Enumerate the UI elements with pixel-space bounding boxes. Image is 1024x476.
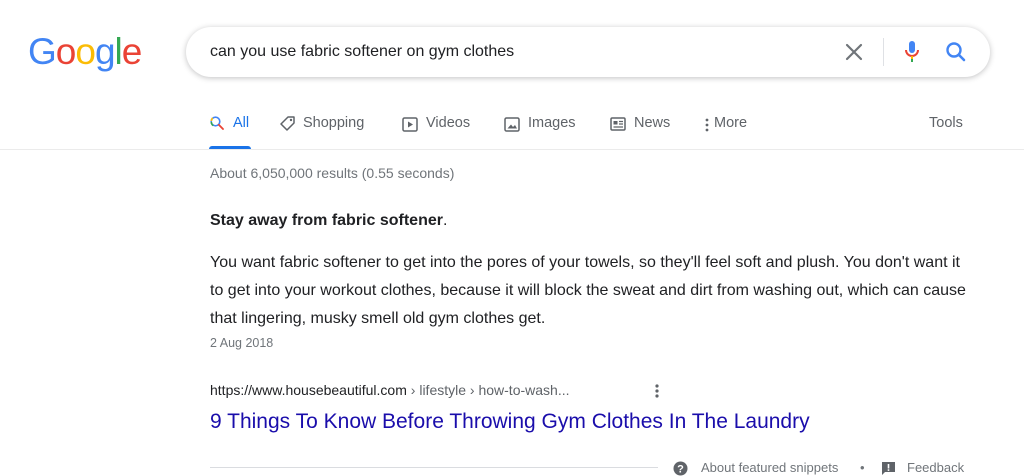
about-featured-snippets-label: About featured snippets [701, 460, 839, 475]
logo-letter: G [28, 31, 57, 72]
snippet-footer-divider [210, 467, 658, 468]
result-breadcrumb: › lifestyle › how-to-wash... [406, 382, 570, 398]
search-icon [946, 42, 966, 62]
result-domain: https://www.housebeautiful.com [210, 382, 407, 398]
header-divider [0, 149, 1024, 150]
search-box [186, 27, 990, 77]
tab-label: Shopping [303, 115, 365, 131]
more-vert-icon [655, 384, 659, 398]
result-url[interactable]: https://www.housebeautiful.com › lifesty… [210, 382, 570, 398]
tools-button[interactable]: Tools [929, 115, 963, 131]
result-title-link[interactable]: 9 Things To Know Before Throwing Gym Clo… [210, 410, 810, 434]
logo-letter: l [114, 31, 123, 72]
search-input[interactable] [210, 40, 810, 64]
voice-search-button[interactable] [900, 39, 924, 65]
clear-button[interactable] [842, 40, 866, 64]
footer-separator: • [860, 460, 865, 475]
microphone-icon [905, 41, 919, 62]
tab-label: Videos [426, 115, 471, 131]
tab-label: More [714, 115, 748, 131]
logo-letter: o [75, 31, 96, 72]
featured-snippet-heading: Stay away from fabric softener. [210, 212, 447, 230]
search-divider [883, 38, 884, 66]
snippet-date: 2 Aug 2018 [210, 336, 274, 350]
result-stats: About 6,050,000 results (0.55 seconds) [210, 165, 455, 181]
logo-letter: o [55, 31, 77, 72]
tab-label: News [634, 115, 671, 131]
image-icon [504, 117, 520, 132]
play-icon [402, 117, 418, 132]
search-button[interactable] [943, 39, 969, 65]
tab-label: Images [528, 115, 576, 131]
tab-label: All [233, 115, 250, 131]
newspaper-icon [610, 117, 626, 131]
google-logo[interactable]: Google [28, 31, 143, 73]
snippet-heading-punct: . [442, 212, 448, 229]
logo-letter: g [94, 31, 116, 72]
logo-letter: e [121, 31, 143, 72]
result-options-button[interactable] [650, 382, 664, 400]
more-vert-icon [705, 118, 709, 132]
tag-icon [280, 116, 295, 131]
close-icon [845, 43, 863, 61]
search-icon [210, 116, 224, 130]
featured-snippet-text: You want fabric softener to get into the… [210, 254, 966, 327]
tab-all[interactable]: All [209, 113, 251, 149]
feedback-label: Feedback [907, 460, 965, 475]
snippet-answer: Stay away from fabric softener [210, 212, 443, 229]
